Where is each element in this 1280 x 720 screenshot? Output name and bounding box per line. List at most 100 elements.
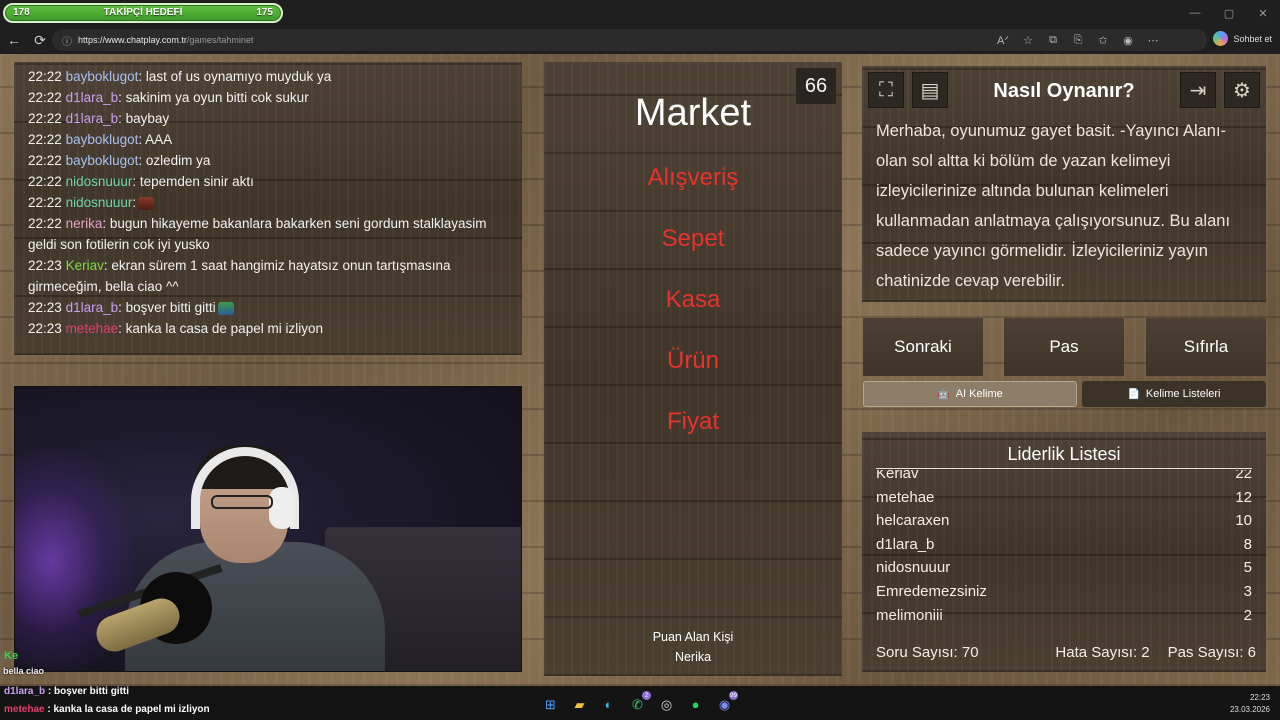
extensions-icon[interactable]: ⧉ <box>1044 31 1062 49</box>
chat-message: 22:22 d1lara_b: sakinim ya oyun bitti co… <box>28 87 508 108</box>
leaderboard-name: melimoniii <box>876 606 943 624</box>
leaderboard-score: 10 <box>1235 512 1252 530</box>
maximize-button[interactable]: ▢ <box>1212 0 1246 26</box>
chat-text: : AAA <box>138 132 173 147</box>
chat-username[interactable]: nerika <box>66 216 103 231</box>
whatsapp-badge: 2 <box>642 691 651 700</box>
leaderboard-score: 2 <box>1243 606 1252 624</box>
chat-username[interactable]: d1lara_b <box>66 90 119 105</box>
favorite-star-icon[interactable]: ☆ <box>1019 31 1037 49</box>
profile-icon[interactable]: ◉ <box>1119 31 1137 49</box>
chat-message: 22:22 nidosnuuur: tepemden sinir aktı <box>28 171 508 192</box>
chat-timestamp: 22:22 <box>28 132 62 147</box>
fullscreen-icon[interactable]: ⛶ <box>868 72 904 108</box>
leaderboard-row: metehae 12 <box>876 486 1252 510</box>
how-to-play-text: Merhaba, oyunumuz gayet basit. -Yayıncı … <box>876 122 1231 290</box>
chat-username[interactable]: d1lara_b <box>66 300 119 315</box>
chat-message: 22:22 nidosnuuur: <box>28 192 508 213</box>
scorer-name: Nerika <box>674 650 712 664</box>
notes-icon[interactable]: ▤ <box>912 72 948 108</box>
chat-timestamp: 22:22 <box>28 90 62 105</box>
chat-username[interactable]: nidosnuuur <box>66 174 133 189</box>
url-host: https://www.chatplay.com.tr <box>78 35 187 45</box>
forbidden-word: Fiyat <box>666 408 719 435</box>
edge-browser-icon[interactable]: ◐ <box>598 694 619 715</box>
leaderboard-score: 5 <box>1243 559 1252 577</box>
more-icon[interactable]: ⋯ <box>1144 31 1162 49</box>
chat-username[interactable]: d1lara_b <box>66 111 119 126</box>
chat-timestamp: 22:22 <box>28 195 62 210</box>
ai-word-button[interactable]: 🤖 AI Kelime <box>863 381 1077 407</box>
follower-goal-title: TAKİPÇİ HEDEFİ <box>103 7 183 18</box>
leaderboard-row: helcaraxen 10 <box>876 509 1252 533</box>
whatsapp-icon[interactable]: ✆ 2 <box>627 691 651 715</box>
back-icon[interactable]: ← <box>2 28 26 52</box>
copilot-icon <box>1213 31 1229 46</box>
follower-goal-target: 175 <box>256 7 273 18</box>
chat-text: : tepemden sinir aktı <box>132 174 254 189</box>
chat-username[interactable]: bayboklugot <box>66 132 139 147</box>
leaderboard-divider <box>876 468 1252 469</box>
next-button[interactable]: Sonraki <box>863 318 983 376</box>
chat-text: : last of us oynamıyo muyduk ya <box>138 69 332 84</box>
leaderboard-stats: Soru Sayısı: 70 Hata Sayısı: 2 Pas Sayıs… <box>876 644 1256 661</box>
leaderboard-list[interactable]: Keriav 22 metehae 12 helcaraxen 10 d1lara_b 8 ni… <box>876 470 1252 630</box>
ai-word-label: AI Kelime <box>955 388 1003 400</box>
reset-button[interactable]: Sıfırla <box>1146 318 1266 376</box>
read-aloud-icon[interactable]: Aᐟ <box>994 31 1012 49</box>
leaderboard-score: 12 <box>1235 488 1252 506</box>
chat-text: : <box>132 195 137 210</box>
discord-icon[interactable]: ◉ 99 <box>714 691 738 715</box>
chat-username[interactable]: Keriav <box>66 258 104 273</box>
error-count: Hata Sayısı: 2 <box>1055 644 1150 661</box>
obs-icon[interactable]: ◎ <box>656 694 677 715</box>
copilot-chat-button[interactable]: Sohbet et <box>1213 31 1272 46</box>
leaderboard-panel: Liderlik Listesi Keriav 22 metehae 12 helcar… <box>862 432 1266 672</box>
word-lists-button[interactable]: 📄 Kelime Listeleri <box>1082 381 1266 407</box>
pass-button[interactable]: Pas <box>1004 318 1124 376</box>
gear-icon[interactable]: ⚙ <box>1224 72 1260 108</box>
follower-goal-bar: 178 TAKİPÇİ HEDEFİ 175 <box>3 3 283 23</box>
split-screen-icon[interactable]: ⎘ <box>1069 31 1087 49</box>
leaderboard-score: 22 <box>1235 470 1252 482</box>
site-info-icon[interactable]: ⓘ <box>62 33 72 48</box>
overlay-chat-user: d1lara_b <box>4 686 46 697</box>
browser-toolbar: Aᐟ ☆ ⧉ ⎘ ✩ ◉ ⋯ <box>994 31 1162 49</box>
leaderboard-score: 3 <box>1243 582 1252 600</box>
system-clock[interactable]: 22:23 23.03.2026 <box>1230 692 1270 716</box>
title-bar: 178 TAKİPÇİ HEDEFİ 175 — ▢ ✕ <box>0 0 1280 26</box>
file-explorer-icon[interactable]: ▰ <box>569 694 590 715</box>
word-lists-label: Kelime Listeleri <box>1145 388 1221 400</box>
chat-username[interactable]: bayboklugot <box>66 69 139 84</box>
chat-timestamp: 22:23 <box>28 321 62 336</box>
chat-timestamp: 22:23 <box>28 258 62 273</box>
leaderboard-name: nidosnuuur <box>876 559 951 577</box>
list-icon: 📄 <box>1127 388 1140 400</box>
chat-username[interactable]: bayboklugot <box>66 153 139 168</box>
chat-username[interactable]: metehae <box>66 321 119 336</box>
overlay-chat-line: d1lara_b : boşver bitti gitti <box>4 686 129 697</box>
leaderboard-name: Keriav <box>876 470 919 482</box>
chat-timestamp: 22:23 <box>28 300 62 315</box>
glasses <box>211 495 273 509</box>
spotify-icon[interactable]: ● <box>685 694 706 715</box>
address-bar: ← ⟳ ⓘ https://www.chatplay.com.tr /games… <box>0 26 1280 54</box>
leaderboard-row: melimoniii 2 <box>876 604 1252 628</box>
leaderboard-row: Keriav 22 <box>876 470 1252 486</box>
chat-text: : kanka la casa de papel mi izliyon <box>118 321 323 336</box>
chat-panel: 22:22 bayboklugot: last of us oynamıyo m… <box>14 62 522 355</box>
refresh-icon[interactable]: ⟳ <box>28 28 52 52</box>
chat-username[interactable]: nidosnuuur <box>66 195 133 210</box>
close-button[interactable]: ✕ <box>1246 0 1280 26</box>
minimize-button[interactable]: — <box>1178 0 1212 26</box>
leaderboard-row: nidosnuuur 5 <box>876 556 1252 580</box>
chat-message: 22:23 d1lara_b: boşver bitti gitti <box>28 297 508 318</box>
chat-text: : boşver bitti gitti <box>118 300 216 315</box>
windows-start-icon[interactable]: ⊞ <box>540 694 561 715</box>
stream-canvas: 22:22 bayboklugot: last of us oynamıyo m… <box>0 54 1280 686</box>
clock-date: 23.03.2026 <box>1229 705 1270 714</box>
favorites-icon[interactable]: ✩ <box>1094 31 1112 49</box>
chat-message: 22:22 d1lara_b: baybay <box>28 108 508 129</box>
exit-icon[interactable]: ⇥ <box>1180 72 1216 108</box>
how-to-play-title: Nasıl Oynanır? <box>993 80 1135 102</box>
